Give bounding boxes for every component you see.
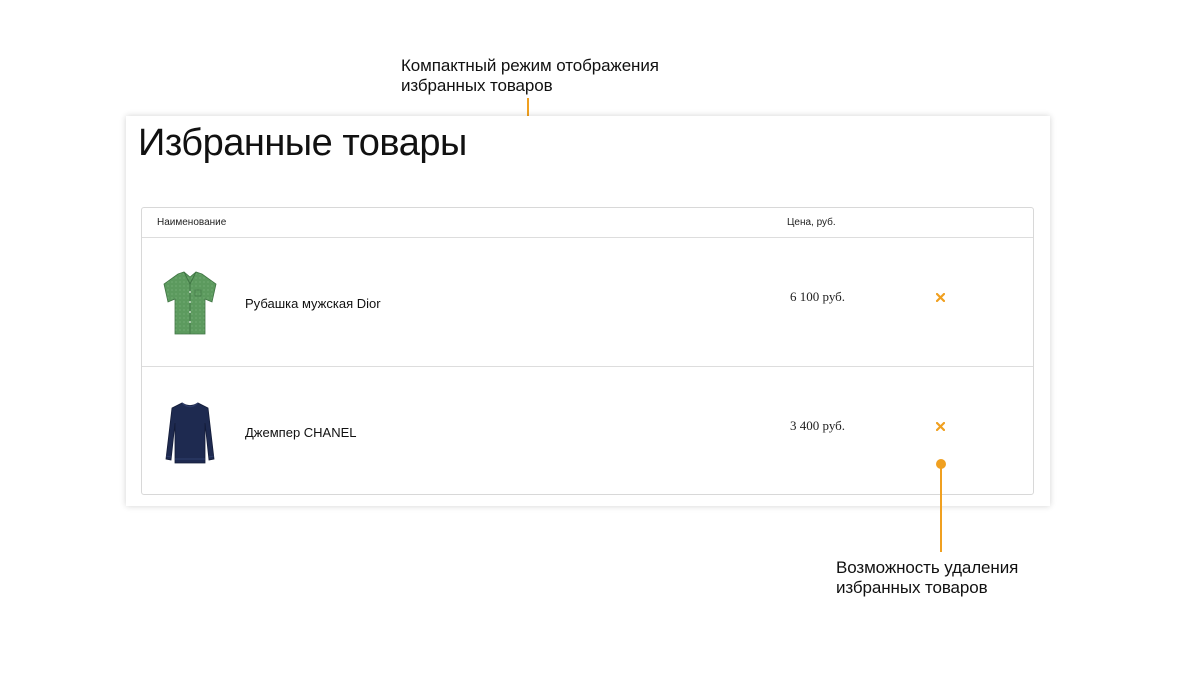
annotation-leader-line (940, 464, 942, 552)
product-price: 3 400 руб. (790, 418, 846, 433)
annotation-compact-mode-line2: избранных товаров (401, 76, 553, 95)
table-row: Джемпер CHANEL 3 400 руб. (142, 366, 1033, 495)
green-shirt-image[interactable] (158, 268, 222, 338)
navy-jumper-image[interactable] (158, 397, 222, 467)
annotation-compact-mode: Компактный режим отображения избранных т… (401, 56, 701, 96)
close-icon (935, 421, 945, 431)
remove-favorite-button[interactable] (934, 420, 946, 432)
page-title: Избранные товары (138, 122, 467, 164)
column-header-price: Цена, руб. (787, 217, 836, 228)
favorites-panel: Избранные товары Наименование Цена, руб. (126, 116, 1050, 506)
product-name[interactable]: Джемпер CHANEL (245, 425, 357, 440)
close-icon (935, 292, 945, 302)
remove-favorite-button[interactable] (934, 291, 946, 303)
product-name[interactable]: Рубашка мужская Dior (245, 296, 381, 311)
favorites-table: Наименование Цена, руб. Рубашка мужская … (141, 207, 1034, 495)
product-price: 6 100 руб. (790, 289, 846, 304)
annotation-remove-favorites-line2: избранных товаров (836, 578, 988, 597)
annotation-remove-favorites-line1: Возможность удаления (836, 558, 1019, 577)
annotation-remove-favorites: Возможность удаления избранных товаров (836, 558, 1076, 598)
column-header-name: Наименование (157, 217, 227, 228)
table-row: Рубашка мужская Dior 6 100 руб. (142, 238, 1033, 366)
annotation-compact-mode-line1: Компактный режим отображения (401, 56, 659, 75)
table-header: Наименование Цена, руб. (142, 208, 1033, 238)
